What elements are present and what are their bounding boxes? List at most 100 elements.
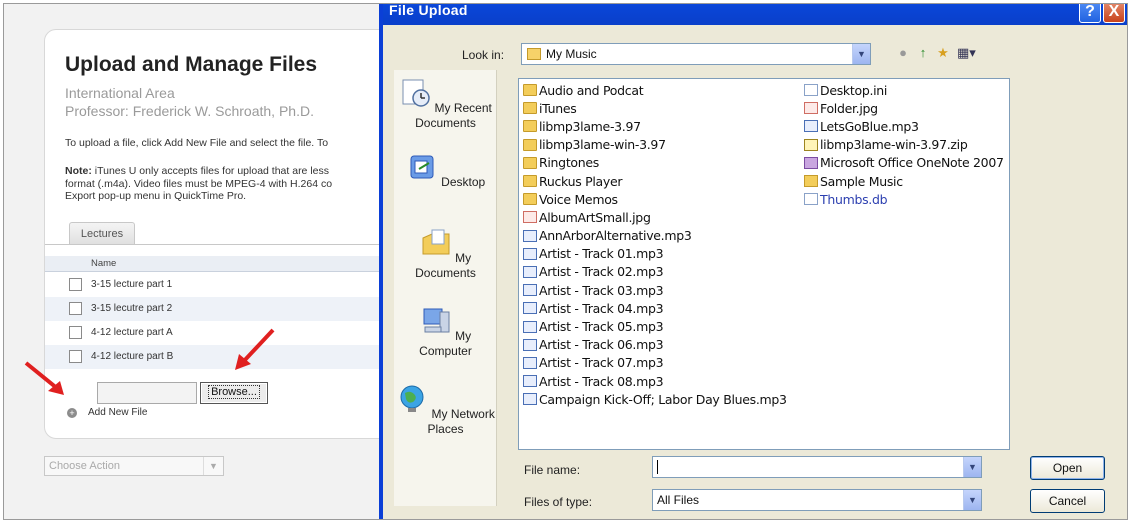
chevron-down-icon[interactable]: ▼ (963, 490, 981, 510)
file-row[interactable]: 3-15 lecture part 1 (45, 273, 395, 297)
new-folder-icon[interactable]: ★ (935, 45, 951, 61)
note-icon (804, 156, 818, 169)
file-list-item[interactable]: Ruckus Player (523, 172, 787, 190)
file-name-input[interactable]: ▼ (652, 456, 982, 478)
open-button[interactable]: Open (1030, 456, 1105, 480)
close-button[interactable]: X (1103, 4, 1125, 23)
view-menu-icon[interactable]: ▦▾ (957, 45, 976, 61)
file-name: Campaign Kick-Off; Labor Day Blues.mp3 (539, 391, 787, 407)
choose-action-value: Choose Action (49, 460, 120, 472)
up-folder-icon[interactable]: ↑ (915, 45, 931, 61)
row-checkbox[interactable] (69, 326, 82, 339)
file-name: libmp3lame-win-3.97 (539, 137, 666, 153)
file-list-item[interactable]: LetsGoBlue.mp3 (804, 117, 1004, 135)
column-header-name[interactable]: Name (45, 256, 395, 272)
file-list-item[interactable]: Campaign Kick-Off; Labor Day Blues.mp3 (523, 390, 787, 408)
place-desktop[interactable]: Desktop (394, 152, 497, 190)
file-list-item[interactable]: AnnArborAlternative.mp3 (523, 227, 787, 245)
dialog-title: File Upload (389, 3, 468, 18)
img-icon (804, 102, 818, 115)
file-list-item[interactable]: Artist - Track 04.mp3 (523, 299, 787, 317)
dialog-titlebar[interactable]: File Upload ? X (383, 3, 1127, 25)
note-line-3: Export pop-up menu in QuickTime Pro. (65, 190, 247, 202)
mp3-icon (523, 375, 537, 388)
file-list-item[interactable]: Artist - Track 05.mp3 (523, 317, 787, 335)
file-list-item[interactable]: Audio and Podcat (523, 81, 787, 99)
my-documents-icon (422, 229, 450, 255)
file-list-item[interactable]: Artist - Track 06.mp3 (523, 336, 787, 354)
file-list-item[interactable]: Desktop.ini (804, 81, 1004, 99)
place-my-network-places[interactable]: My Network Places (394, 384, 497, 437)
choose-action-select[interactable]: Choose Action ▼ (44, 456, 224, 476)
file-list-item[interactable]: iTunes (523, 99, 787, 117)
file-list-item[interactable]: libmp3lame-win-3.97 (523, 136, 787, 154)
file-list-item[interactable]: Microsoft Office OneNote 2007 (804, 154, 1004, 172)
file-list-column: Desktop.ini Folder.jpg LetsGoBlue.mp3 libmp… (804, 81, 1004, 208)
file-name: Ruckus Player (539, 173, 623, 189)
file-name: Audio and Podcat (539, 82, 644, 98)
img-icon (523, 211, 537, 224)
folder-icon (523, 193, 537, 206)
add-new-file-link[interactable]: Add New File (88, 407, 147, 418)
file-upload-dialog: File Upload ? X Look in: My Music ▼ ● ↑ … (379, 3, 1127, 519)
upload-manage-panel: Upload and Manage Files International Ar… (44, 29, 395, 439)
files-of-type-select[interactable]: All Files ▼ (652, 489, 982, 511)
file-list-item[interactable]: Artist - Track 07.mp3 (523, 354, 787, 372)
text-cursor (657, 460, 658, 474)
row-checkbox[interactable] (69, 278, 82, 291)
mp3-icon (523, 265, 537, 278)
file-path-input[interactable] (97, 382, 197, 404)
file-list-item[interactable]: Ringtones (523, 154, 787, 172)
my-computer-icon (423, 308, 450, 333)
file-list-item[interactable]: Voice Memos (523, 190, 787, 208)
file-row[interactable]: 3-15 lecutre part 2 (45, 297, 395, 321)
chevron-down-icon[interactable]: ▼ (963, 457, 981, 477)
file-name: Ringtones (539, 155, 599, 171)
professor-label: Professor: Frederick W. Schroath, Ph.D. (65, 103, 314, 119)
file-list-item[interactable]: Artist - Track 02.mp3 (523, 263, 787, 281)
row-checkbox[interactable] (69, 302, 82, 315)
file-row[interactable]: 4-12 lecture part B (45, 345, 395, 369)
file-list-item[interactable]: Sample Music (804, 172, 1004, 190)
file-list-view[interactable]: Audio and Podcat iTunes libmp3lame-3.97 lib… (518, 78, 1010, 450)
file-list-item[interactable]: libmp3lame-win-3.97.zip (804, 136, 1004, 154)
file-list-item[interactable]: Artist - Track 01.mp3 (523, 245, 787, 263)
area-label: International Area (65, 85, 175, 101)
place-my-computer[interactable]: My Computer (394, 306, 497, 359)
recent-documents-icon (402, 79, 430, 107)
mp3-icon (523, 393, 537, 406)
add-icon[interactable]: + (67, 408, 77, 418)
file-list-item[interactable]: Thumbs.db (804, 190, 1004, 208)
music-folder-icon (527, 48, 541, 60)
file-row-label: 3-15 lecutre part 2 (91, 303, 173, 314)
annotation-arrow-icon (235, 328, 275, 370)
mp3-icon (523, 247, 537, 260)
help-button[interactable]: ? (1079, 4, 1101, 23)
file-row[interactable]: 4-12 lecture part A (45, 321, 395, 345)
chevron-down-icon: ▼ (203, 457, 223, 475)
back-icon[interactable]: ● (895, 45, 911, 61)
file-name: Artist - Track 06.mp3 (539, 337, 664, 353)
chevron-down-icon[interactable]: ▼ (852, 44, 870, 64)
file-list-item[interactable]: Artist - Track 03.mp3 (523, 281, 787, 299)
browse-button[interactable]: Browse... (200, 382, 268, 404)
folder-icon (523, 102, 537, 115)
file-list-item[interactable]: AlbumArtSmall.jpg (523, 208, 787, 226)
place-my-documents[interactable]: My Documents (394, 228, 497, 281)
file-list-item[interactable]: libmp3lame-3.97 (523, 117, 787, 135)
file-name: AlbumArtSmall.jpg (539, 209, 651, 225)
file-name: Artist - Track 01.mp3 (539, 246, 664, 262)
file-icon (804, 84, 818, 97)
file-list-item[interactable]: Artist - Track 08.mp3 (523, 372, 787, 390)
place-my-recent-documents[interactable]: My Recent Documents (394, 78, 497, 131)
tab-lectures[interactable]: Lectures (69, 222, 135, 244)
file-list-item[interactable]: Folder.jpg (804, 99, 1004, 117)
cancel-button[interactable]: Cancel (1030, 489, 1105, 513)
web-page-background: Upload and Manage Files International Ar… (4, 4, 395, 519)
file-name-label: File name: (524, 463, 581, 477)
files-of-type-value: All Files (657, 493, 700, 507)
upload-note: Note: iTunes U only accepts files for up… (65, 165, 405, 203)
mp3-icon (523, 229, 537, 242)
look-in-select[interactable]: My Music ▼ (521, 43, 871, 65)
note-line-1: iTunes U only accepts files for upload t… (91, 165, 329, 177)
